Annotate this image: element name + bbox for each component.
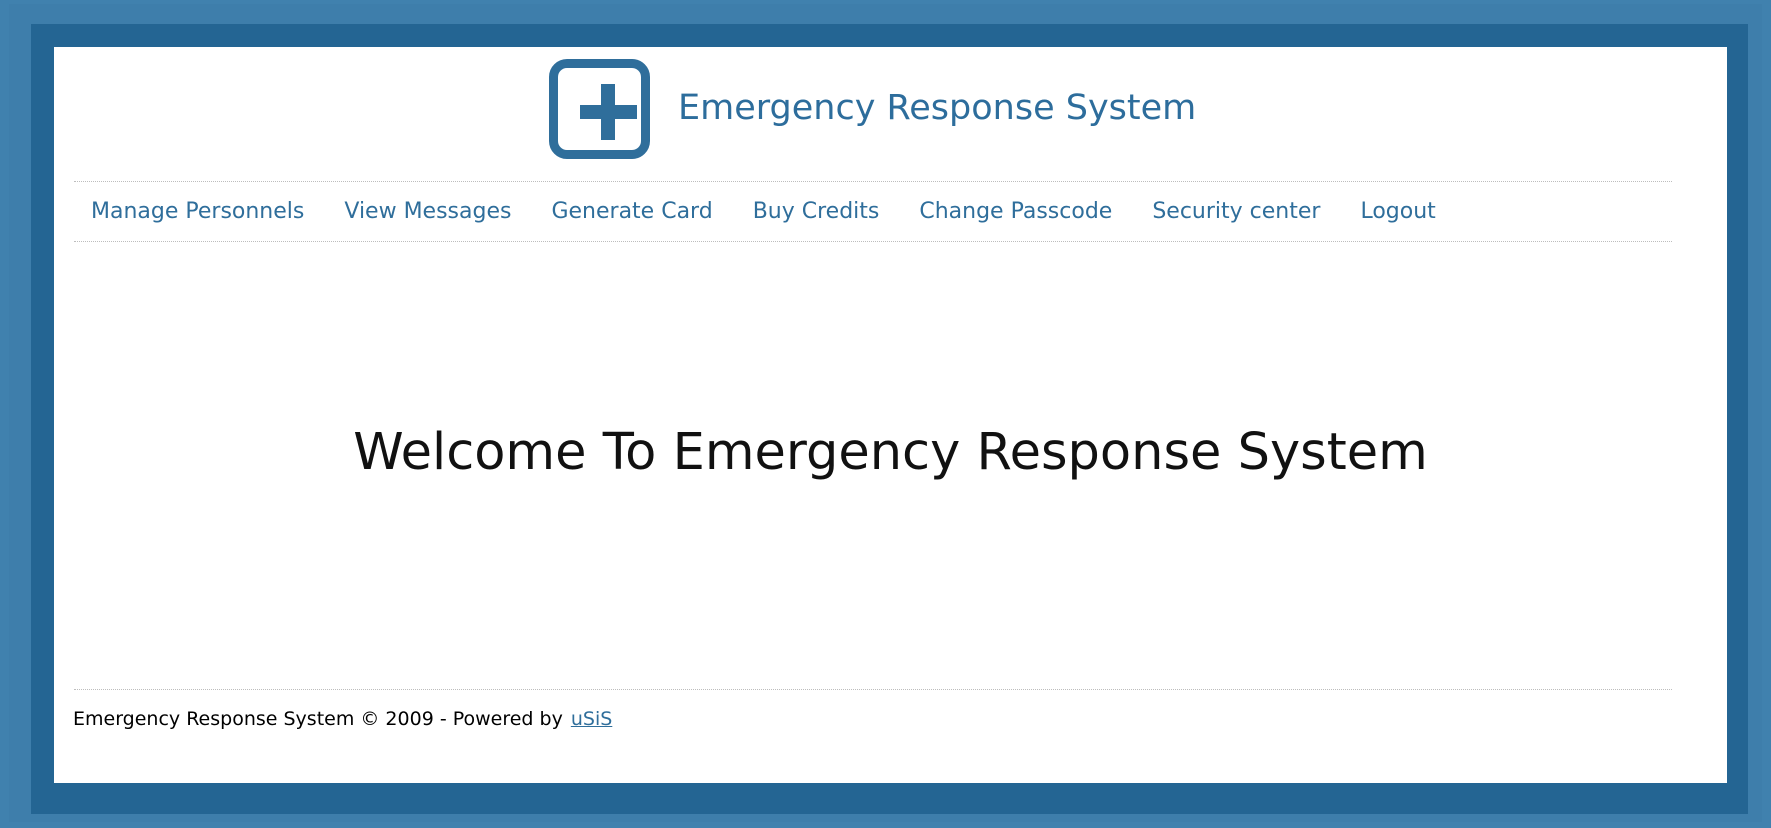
nav-top-divider: [74, 181, 1672, 182]
nav-manage-personnels[interactable]: Manage Personnels: [91, 197, 304, 227]
nav-view-messages[interactable]: View Messages: [344, 197, 511, 227]
page-content: Emergency Response System Manage Personn…: [54, 47, 1727, 783]
footer-divider: [74, 689, 1672, 690]
nav-change-passcode[interactable]: Change Passcode: [919, 197, 1112, 227]
main-nav: Manage Personnels View Messages Generate…: [91, 195, 1436, 229]
welcome-heading: Welcome To Emergency Response System: [353, 423, 1428, 482]
nav-generate-card[interactable]: Generate Card: [551, 197, 712, 227]
logo-plus-vertical: [601, 84, 615, 140]
nav-bottom-divider: [74, 241, 1672, 242]
footer-usis-link[interactable]: uSiS: [571, 708, 612, 730]
footer-text: Emergency Response System © 2009 - Power…: [73, 708, 563, 730]
nav-security-center[interactable]: Security center: [1152, 197, 1320, 227]
nav-buy-credits[interactable]: Buy Credits: [753, 197, 880, 227]
site-title: Emergency Response System: [678, 88, 1197, 128]
footer: Emergency Response System © 2009 - Power…: [73, 706, 612, 732]
nav-logout[interactable]: Logout: [1360, 197, 1435, 227]
first-aid-plus-icon: [549, 59, 650, 159]
site-header: Emergency Response System: [54, 59, 1727, 165]
